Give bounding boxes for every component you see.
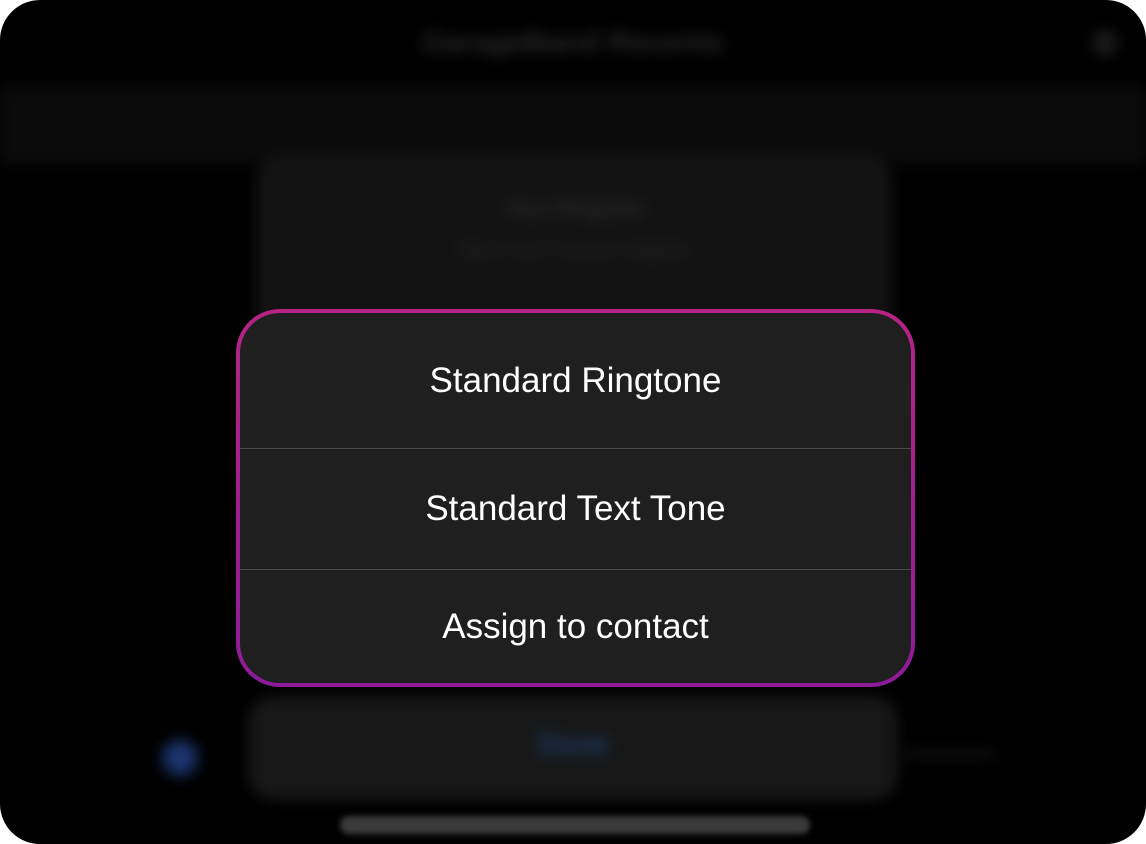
standard-text-tone-option[interactable]: Standard Text Tone (240, 449, 911, 569)
device-screen: GarageBand Recents Your Ringtone Tap to … (0, 0, 1146, 844)
assign-to-contact-option[interactable]: Assign to contact (240, 570, 911, 683)
action-sheet: Standard Ringtone Standard Text Tone Ass… (236, 309, 915, 687)
background-card-subtitle: Tap to use it as your ringtone (458, 240, 690, 260)
background-done-label: Done (537, 728, 609, 761)
background-title: GarageBand Recents (421, 26, 725, 59)
background-dot-icon (162, 740, 198, 776)
home-indicator (340, 816, 810, 834)
background-card-title: Your Ringtone (504, 196, 644, 221)
background-done-button: Done (248, 696, 898, 800)
more-icon (1092, 30, 1118, 56)
standard-ringtone-option[interactable]: Standard Ringtone (240, 313, 911, 448)
background-toolbar (0, 86, 1146, 164)
background-divider (906, 752, 996, 756)
